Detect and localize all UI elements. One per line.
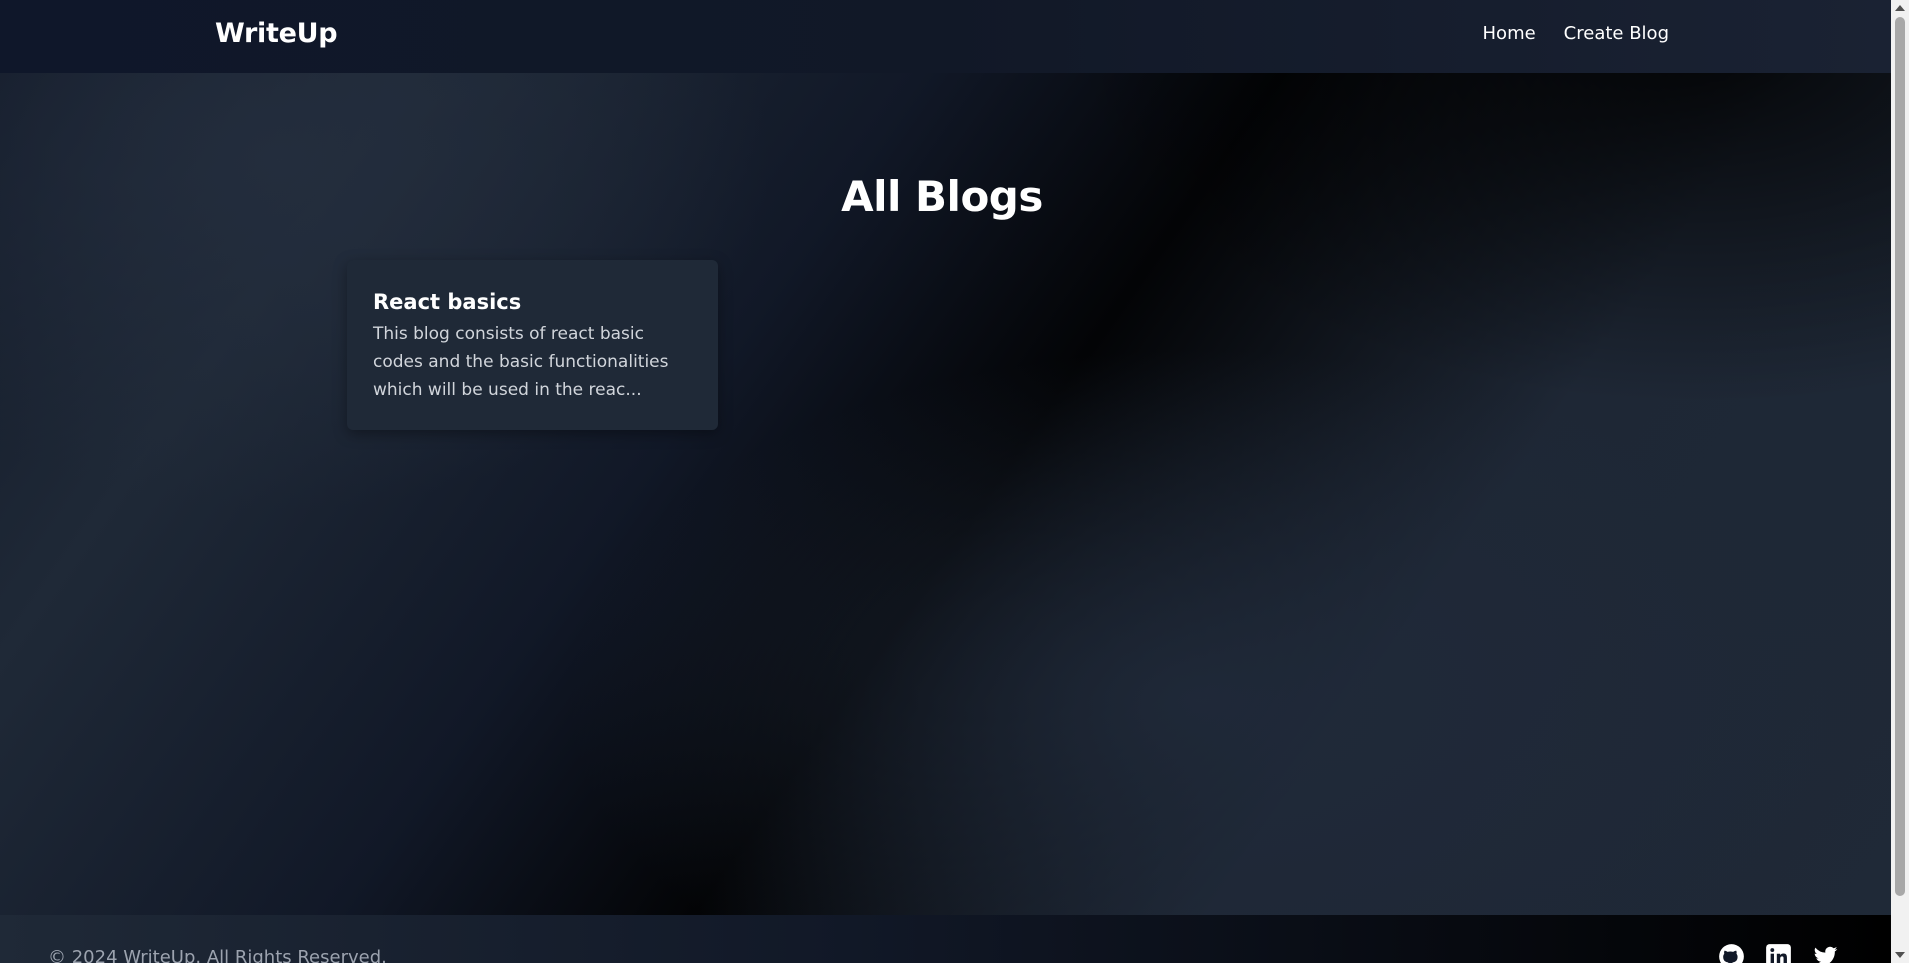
blog-card[interactable]: React basics This blog consists of react…: [347, 260, 718, 430]
page-scrollbar[interactable]: [1891, 0, 1909, 963]
blog-card-excerpt: This blog consists of react basic codes …: [373, 324, 669, 400]
brand-logo[interactable]: WriteUp: [215, 18, 338, 49]
twitter-icon[interactable]: [1812, 943, 1839, 963]
page-background: WriteUp Home Create Blog All Blogs React…: [0, 0, 1891, 963]
nav-links: Home Create Blog: [1483, 23, 1669, 44]
page-title: All Blogs: [841, 172, 1043, 221]
footer: © 2024 WriteUp. All Rights Reserved.: [0, 915, 1891, 963]
nav-link-create-blog[interactable]: Create Blog: [1564, 23, 1669, 44]
github-icon[interactable]: [1718, 943, 1745, 963]
scroll-thumb[interactable]: [1895, 17, 1905, 896]
main-content: All Blogs React basics This blog consist…: [0, 73, 1891, 915]
footer-copyright: © 2024 WriteUp. All Rights Reserved.: [48, 947, 387, 963]
navbar: WriteUp Home Create Blog: [0, 0, 1891, 73]
linkedin-icon[interactable]: [1765, 943, 1792, 963]
social-links: [1718, 943, 1839, 963]
scroll-up-arrow-icon[interactable]: [1895, 5, 1905, 11]
blog-card-title: React basics: [373, 290, 522, 314]
scroll-down-arrow-icon[interactable]: [1895, 952, 1905, 958]
nav-link-home[interactable]: Home: [1483, 23, 1536, 44]
